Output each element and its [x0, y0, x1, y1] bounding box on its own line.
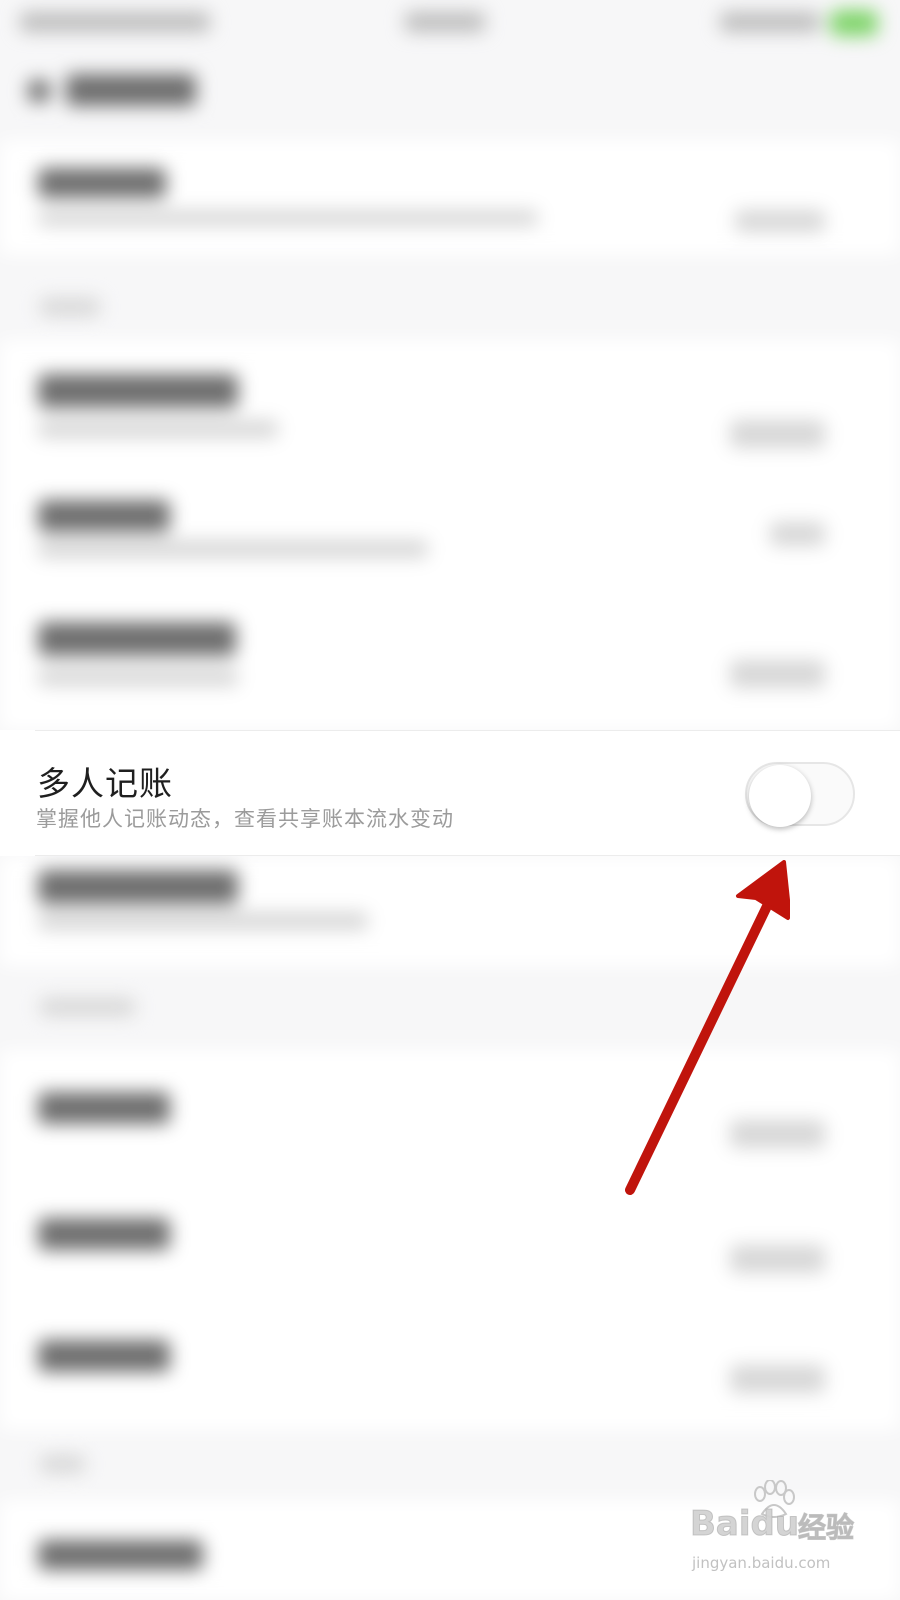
status-bar-center-blur — [405, 12, 485, 32]
row-divider-bottom — [35, 855, 900, 856]
row-divider-top — [35, 730, 900, 731]
settings-screen: 多人记账 掌握他人记账动态，查看共享账本流水变动 Baidu 经验 jingya… — [0, 0, 900, 1600]
baidu-jingyan-watermark: Baidu 经验 jingyan.baidu.com — [689, 1480, 890, 1590]
blurred-item-value — [735, 210, 825, 232]
blurred-toggle — [730, 660, 825, 688]
multi-user-bookkeeping-toggle[interactable] — [745, 762, 855, 827]
blurred-toggle — [730, 1120, 825, 1148]
blurred-item-title — [38, 622, 236, 656]
back-icon — [28, 80, 50, 102]
watermark-brand: Baidu — [689, 1504, 800, 1545]
watermark-url: jingyan.baidu.com — [692, 1554, 831, 1572]
battery-icon — [830, 10, 878, 36]
blurred-section-header — [40, 1455, 85, 1473]
blurred-item-title — [38, 500, 170, 532]
blurred-section-header — [40, 298, 100, 316]
blurred-item-title — [38, 1340, 170, 1372]
nav-title-blur — [66, 74, 196, 106]
status-bar-left-blur — [20, 12, 210, 32]
blurred-item-value — [770, 522, 825, 546]
blurred-item-title — [38, 374, 238, 408]
blurred-item-title — [38, 870, 238, 904]
blurred-item-title — [38, 1092, 170, 1124]
blurred-item-subtitle — [38, 912, 368, 930]
watermark-brand-cn: 经验 — [797, 1511, 855, 1545]
setting-subtitle: 掌握他人记账动态，查看共享账本流水变动 — [36, 807, 454, 831]
blurred-item-subtitle — [38, 210, 538, 226]
blurred-toggle — [730, 1245, 825, 1273]
blurred-item-title — [38, 1218, 170, 1250]
blurred-item-subtitle — [38, 668, 238, 686]
blurred-section-header — [40, 998, 135, 1016]
setting-title: 多人记账 — [37, 764, 173, 803]
blurred-toggle — [730, 1365, 825, 1393]
status-bar-right-blur — [720, 12, 820, 32]
multi-user-bookkeeping-row: 多人记账 掌握他人记账动态，查看共享账本流水变动 — [0, 730, 900, 856]
blurred-item-subtitle — [38, 540, 428, 558]
blurred-item-title — [38, 1540, 203, 1570]
blurred-toggle — [730, 420, 825, 448]
blurred-item-title — [38, 168, 166, 198]
toggle-knob — [749, 765, 811, 827]
blurred-item-subtitle — [38, 420, 278, 438]
